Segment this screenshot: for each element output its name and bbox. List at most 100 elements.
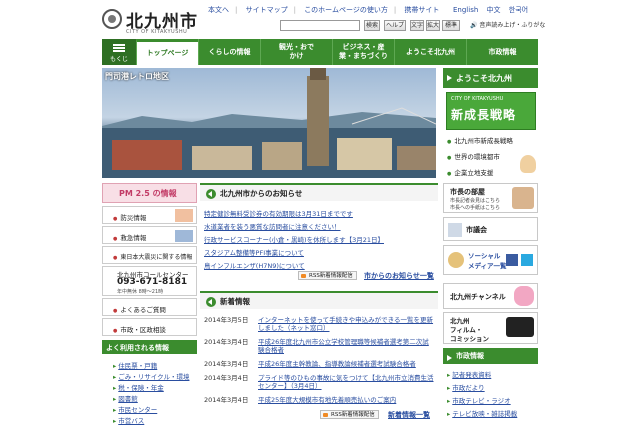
nav-city-admin[interactable]: 市政情報 (466, 39, 538, 65)
news-link[interactable]: プライド等のひもの事故に気をつけて【北九州市立消費生活センター】（3月4日） (258, 374, 434, 390)
hero-image[interactable]: 門司港レトロ地区 (102, 68, 436, 178)
nav-tourism[interactable]: 観光・おでかけ (260, 39, 332, 65)
search-button[interactable]: 検索 (364, 20, 380, 31)
nav-welcome[interactable]: ようこそ北九州 (394, 39, 466, 65)
harbor-photo-illustration (102, 68, 436, 178)
emergency-info-box[interactable]: 救急情報 (102, 226, 197, 244)
facebook-icon[interactable] (506, 254, 518, 266)
press-release-link[interactable]: 記者発表資料 (447, 369, 491, 379)
notice-item[interactable]: 特定健診無料受診券の有効期限は3月31日までです (204, 208, 353, 218)
growth-strategy-link[interactable]: 北九州市新成長戦略 (447, 135, 513, 145)
mayor-room-box[interactable]: 市長の部屋 市長記者会見はこちら 市長への手紙はこちら (443, 183, 538, 213)
film-commission-box[interactable]: 北九州 フィルム・ コミッション (443, 312, 538, 344)
call-center-box[interactable]: 北九州市コールセンター 093-671-8181 年中無休 8時～21時 (102, 266, 197, 296)
separator: | (235, 6, 238, 14)
zoom-button[interactable]: 拡大 (426, 20, 440, 31)
pm25-banner[interactable]: PM 2.5 の情報 (102, 183, 197, 203)
chinese-link[interactable]: 中文 (487, 6, 501, 14)
city-council-box[interactable]: 市議会 (443, 217, 538, 241)
tv-magazine-link[interactable]: テレビ放映・雑誌掲載 (447, 408, 517, 418)
english-link[interactable]: English (453, 6, 478, 14)
latest-news-title: 新着情報 (220, 297, 250, 306)
news-date: 2014年3月4日 (204, 396, 249, 404)
city-emblem-icon (102, 9, 122, 29)
twitter-icon[interactable] (521, 254, 533, 266)
ambulance-icon (175, 230, 193, 242)
social-subtitle: メディア一覧 (468, 262, 507, 270)
voice-reading-link[interactable]: 🔊 音声読み上げ・ふりがな (470, 20, 545, 29)
popular-info-heading: よく利用される情報 (102, 340, 197, 354)
notice-item[interactable]: スタジアム整備等PFI事業について (204, 247, 304, 257)
call-center-hours: 年中無休 8時～21時 (117, 289, 164, 295)
how-to-use-link[interactable]: このホームページの使い方 (304, 6, 388, 14)
library-link[interactable]: 図書館 (113, 393, 138, 403)
civic-center-link[interactable]: 市民センター (113, 404, 157, 414)
menu-button[interactable]: もくじ (102, 39, 136, 65)
pm25-title: PM 2.5 の情報 (119, 189, 177, 198)
nav-top-page[interactable]: トップページ (136, 39, 198, 65)
nav-business[interactable]: ビジネス・産業・まちづくり (332, 39, 394, 65)
news-link[interactable]: 平成25年度大規模市有地先着順売払いのご案内 (258, 396, 434, 404)
skip-to-content-link[interactable]: 本文へ (208, 6, 229, 14)
faq-box[interactable]: よくあるご質問 (102, 298, 197, 316)
disaster-info-link[interactable]: 防災情報 (113, 212, 146, 222)
city-tv-radio-link[interactable]: 市政テレビ・ラジオ (447, 395, 510, 405)
news-more-link[interactable]: 新着情報一覧 (388, 410, 430, 420)
standard-size-button[interactable]: 標準 (442, 20, 460, 31)
resident-register-link[interactable]: 住民票・戸籍 (113, 360, 157, 370)
social-media-box[interactable]: ソーシャル メディア一覧 (443, 245, 538, 275)
city-notices-header: 北九州市からのお知らせ (200, 183, 438, 201)
council-building-icon (448, 223, 462, 237)
mobile-site-link[interactable]: 携帯サイト (404, 6, 439, 14)
search-input[interactable] (280, 20, 360, 31)
mayor-photo (512, 187, 534, 209)
news-rss-button[interactable]: RSS新着情報配信 (320, 410, 379, 419)
earthquake-info-link[interactable]: 東日本大震災に関する情報 (113, 252, 192, 261)
logo-subtitle: CITY OF KITAKYUSHU (126, 29, 188, 35)
city-notices-title: 北九州市からのお知らせ (220, 189, 303, 198)
voice-label: 音声読み上げ・ふりがな (479, 22, 546, 29)
kitakyushu-channel-box[interactable]: 北九州チャンネル (443, 283, 538, 309)
banner-title: 新成長戦略 (451, 108, 517, 122)
mayor-letter-link[interactable]: 市長への手紙はこちら (450, 205, 500, 212)
news-link[interactable]: 平成26年度北九州市公立学校管理職等候補者選考第二次試験合格者 (258, 338, 434, 354)
emergency-info-link[interactable]: 救急情報 (113, 232, 146, 242)
news-link[interactable]: 平成26年度主幹教論、指導教論候補者選考試験合格者 (258, 360, 434, 368)
korean-link[interactable]: 한국어 (509, 6, 528, 14)
growth-strategy-banner[interactable]: CITY OF KITAKYUSHU 新成長戦略 (446, 92, 536, 130)
film-logo (506, 317, 534, 337)
earthquake-info-box[interactable]: 東日本大震災に関する情報 (102, 246, 197, 264)
business-support-link[interactable]: 企業立地支援 (447, 167, 493, 177)
nav-living-info[interactable]: くらしの情報 (198, 39, 260, 65)
news-link[interactable]: インターネットを使って手続きや申込みができる一覧を更新しました（ネット窓口） (258, 316, 434, 332)
consultation-box[interactable]: 市政・区政相談 (102, 318, 197, 336)
separator: | (393, 6, 397, 14)
social-mascot-icon (448, 252, 464, 268)
recycling-link[interactable]: ごみ・リサイクル・環境 (113, 371, 189, 381)
city-admin-heading: 市政情報 (443, 348, 538, 364)
news-date: 2014年3月4日 (204, 338, 249, 346)
call-center-phone: 093-671-8181 (117, 277, 188, 287)
consultation-link[interactable]: 市政・区政相談 (113, 324, 166, 334)
news-date: 2014年3月4日 (204, 374, 249, 382)
notices-more-link[interactable]: 市からのお知らせ一覧 (364, 271, 434, 281)
city-newsletter-link[interactable]: 市政だより (447, 382, 484, 392)
environment-city-link[interactable]: 世界の環境都市 (447, 151, 500, 161)
menu-label: もくじ (109, 56, 128, 63)
city-bus-link[interactable]: 市営バス (113, 415, 144, 425)
notice-item[interactable]: 行政サービスコーナー(小倉・黒崎)を休所します【3月21日】 (204, 234, 384, 244)
mayor-room-title: 市長の部屋 (450, 188, 485, 196)
mayor-press-link[interactable]: 市長記者会見はこちら (450, 198, 500, 205)
notice-item[interactable]: 鳥インフルエンザ(H7N9)について (204, 260, 305, 270)
menu-icon (113, 44, 125, 46)
city-logo[interactable]: 北九州市 CITY OF KITAKYUSHU (102, 7, 210, 37)
faq-link[interactable]: よくあるご質問 (113, 304, 166, 314)
disaster-info-box[interactable]: 防災情報 (102, 206, 197, 224)
speaker-icon (206, 189, 216, 199)
help-button[interactable]: ヘルプ (384, 20, 406, 31)
tax-insurance-link[interactable]: 税・保険・年金 (113, 382, 164, 392)
text-size-label: 文字 (410, 20, 424, 31)
notice-item[interactable]: 水道業者を装う悪質な訪問者に注意ください！ (204, 221, 341, 231)
sitemap-link[interactable]: サイトマップ (246, 6, 288, 14)
notices-rss-button[interactable]: RSS新着情報配信 (298, 271, 357, 280)
